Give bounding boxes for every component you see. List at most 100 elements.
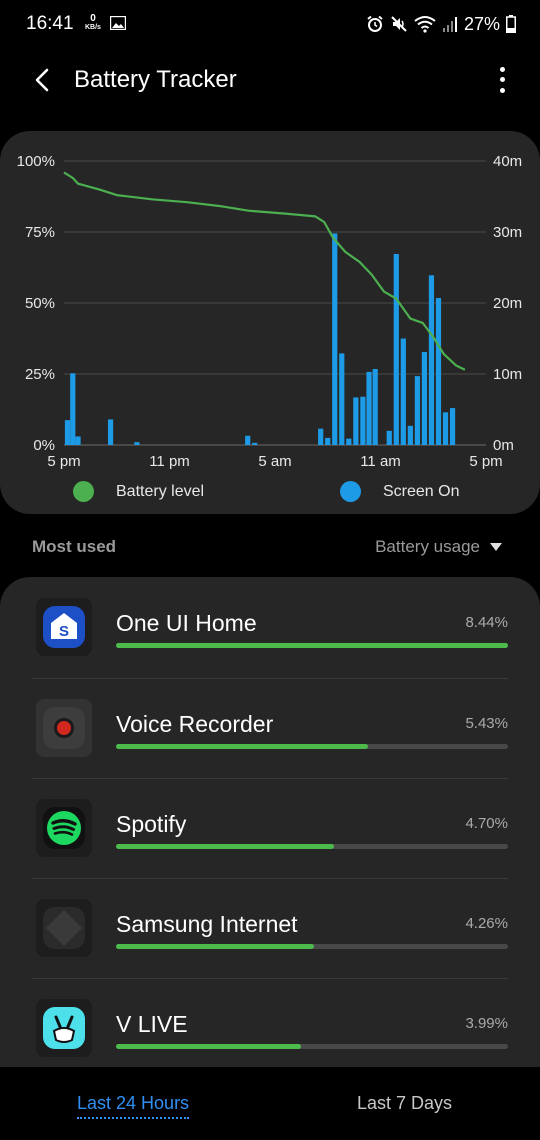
more-options-button[interactable] — [490, 64, 514, 96]
divider — [32, 878, 508, 879]
status-time: 16:41 — [26, 13, 74, 34]
samsung-internet-icon — [36, 899, 92, 957]
legend-battery: Battery level — [73, 481, 204, 502]
one-ui-home-icon: S — [36, 598, 92, 656]
svg-text:S: S — [59, 623, 69, 640]
screen-on-bar — [386, 430, 392, 445]
gallery-icon — [110, 16, 126, 30]
app-name: Voice Recorder — [116, 711, 274, 737]
app-row-samsung-internet[interactable]: Samsung Internet 4.26% — [0, 878, 540, 978]
tab-last-24-hours[interactable]: Last 24 Hours — [77, 1093, 190, 1119]
dropdown-arrow-icon — [490, 543, 502, 551]
battery-level-legend-dot — [73, 481, 94, 502]
app-row-spotify[interactable]: Spotify 4.70% — [0, 778, 540, 878]
y-left-tick-label: 50% — [25, 295, 55, 312]
back-arrow-icon — [35, 68, 49, 92]
screen-on-bar — [318, 428, 324, 445]
app-bar: Battery Tracker — [0, 50, 540, 112]
usage-bar — [116, 844, 508, 849]
x-tick-label: 5 pm — [469, 453, 502, 470]
spotify-icon — [36, 799, 92, 857]
most-used-header: Most used Battery usage — [0, 533, 540, 561]
network-speed-unit: KB/s — [85, 24, 101, 31]
screen-on-bar — [372, 369, 378, 445]
y-right-tick-label: 10m — [493, 366, 522, 383]
screen-on-bar — [64, 420, 71, 445]
x-tick-label: 5 am — [258, 453, 291, 470]
network-speed-value: 0 — [90, 13, 96, 24]
usage-bar-fill — [116, 1044, 302, 1049]
screen-on-bar — [134, 442, 140, 445]
app-usage-list: S One UI Home 8.44% Voice Recorder 5.43% — [0, 577, 540, 1067]
battery-chart-card: 0% 0m 25% 10m 50% 20m 75% 30m 100% 40m 5 pm 11 pm 5 … — [0, 131, 540, 514]
screen-on-bar — [339, 353, 345, 445]
legend-screen: Screen On — [340, 481, 459, 502]
legend-label-battery: Battery level — [116, 482, 205, 500]
app-usage-percent: 4.70% — [465, 815, 508, 832]
screen-on-bar — [407, 425, 413, 445]
usage-bar — [116, 944, 508, 949]
mute-icon — [391, 16, 407, 32]
battery-icon — [506, 15, 516, 33]
usage-bar — [116, 1044, 508, 1049]
screen-on-bar — [421, 351, 428, 445]
usage-bar-fill — [116, 944, 314, 949]
usage-bar — [116, 643, 508, 648]
usage-bar-fill — [116, 744, 369, 749]
page-title: Battery Tracker — [74, 66, 237, 93]
y-left-tick-label: 75% — [25, 224, 55, 241]
network-speed-indicator: 0 KB/s — [85, 14, 101, 32]
screen-on-bar — [449, 408, 456, 445]
y-left-tick-label: 0% — [33, 437, 55, 454]
voice-recorder-icon — [36, 699, 92, 757]
screen-on-bar — [107, 419, 114, 445]
divider — [32, 678, 508, 679]
app-usage-percent: 8.44% — [465, 614, 508, 631]
app-usage-percent: 4.26% — [465, 915, 508, 932]
screen-on-bar — [393, 254, 399, 445]
y-right-tick-label: 30m — [493, 224, 522, 241]
usage-bar — [116, 744, 508, 749]
wifi-icon — [414, 16, 436, 33]
screen-on-bar — [360, 396, 366, 445]
screen-on-bar — [325, 437, 331, 445]
legend-label-screen: Screen On — [383, 482, 460, 500]
sort-dropdown[interactable]: Battery usage — [375, 537, 502, 557]
most-used-title: Most used — [32, 537, 117, 556]
y-left-tick-label: 25% — [25, 366, 55, 383]
more-options-dot — [499, 88, 505, 94]
back-button[interactable] — [24, 62, 60, 98]
app-name: V LIVE — [116, 1011, 188, 1037]
x-tick-label: 11 am — [360, 453, 401, 470]
status-bar: 16:41 0 KB/s 27% — [0, 0, 540, 50]
divider — [32, 978, 508, 979]
y-right-tick-label: 40m — [493, 153, 522, 170]
period-tabs: Last 24 Hours Last 7 Days — [0, 1067, 540, 1140]
screen-on-bar — [435, 298, 442, 445]
app-usage-percent: 3.99% — [465, 1015, 508, 1032]
app-name: Samsung Internet — [116, 911, 298, 937]
vlive-icon — [36, 999, 92, 1057]
battery-chart: 0% 0m 25% 10m 50% 20m 75% 30m 100% 40m 5 pm 11 pm 5 … — [17, 153, 523, 470]
x-tick-label: 11 pm — [149, 453, 190, 470]
tab-last-7-days[interactable]: Last 7 Days — [357, 1093, 452, 1114]
signal-icon — [442, 17, 457, 32]
screen-on-bar — [353, 397, 359, 445]
app-row-one-ui-home[interactable]: S One UI Home 8.44% — [0, 577, 540, 677]
screen-on-legend-dot — [340, 481, 361, 502]
screen-on-bar — [414, 376, 420, 445]
app-usage-percent: 5.43% — [465, 715, 508, 732]
y-right-tick-label: 20m — [493, 295, 522, 312]
app-name: Spotify — [116, 811, 187, 837]
app-row-voice-recorder[interactable]: Voice Recorder 5.43% — [0, 678, 540, 778]
screen-on-bar — [428, 275, 435, 445]
alarm-icon — [367, 15, 383, 32]
screen-on-bar — [332, 233, 338, 445]
app-name: One UI Home — [116, 610, 257, 636]
sort-label: Battery usage — [375, 537, 480, 556]
app-row-vlive[interactable]: V LIVE 3.99% — [0, 978, 540, 1067]
usage-bar-fill — [116, 844, 335, 849]
screen-on-bar — [346, 438, 352, 445]
screen-on-bar — [400, 338, 406, 445]
divider — [32, 778, 508, 779]
